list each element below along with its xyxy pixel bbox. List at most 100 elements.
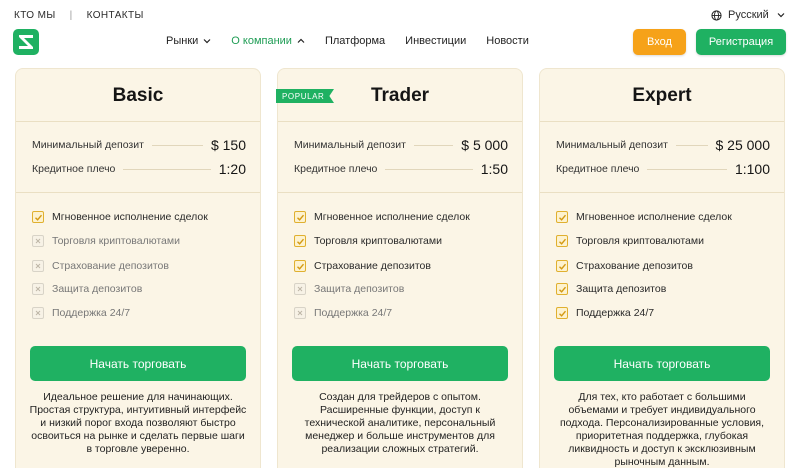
- start-trading-button[interactable]: Начать торговать: [292, 346, 508, 381]
- plan-card-expert: Expert Минимальный депозит $ 25 000 Кред…: [539, 68, 785, 468]
- check-icon: [32, 211, 44, 223]
- feature-item: Торговля криптовалютами: [294, 233, 442, 249]
- leverage-value: 1:50: [480, 161, 508, 177]
- min-deposit-row: Минимальный депозит $ 25 000: [556, 135, 770, 155]
- plan-card-trader: POPULAR Trader Минимальный депозит $ 5 00…: [276, 68, 523, 468]
- divider: [16, 121, 260, 122]
- dotted-leader: [151, 144, 203, 146]
- feature-item: Поддержка 24/7: [294, 305, 392, 321]
- nav-item-platform[interactable]: Платформа: [325, 35, 385, 47]
- nav-item-label: Платформа: [324, 35, 386, 47]
- feature-item: Поддержка 24/7: [556, 305, 654, 321]
- min-deposit-row: Минимальный депозит $ 5 000: [294, 135, 508, 155]
- divider: [540, 121, 784, 122]
- nav-item-investments[interactable]: Инвестиции: [405, 35, 466, 47]
- feature-label: Поддержка 24/7: [314, 307, 393, 319]
- check-icon: [556, 235, 568, 247]
- feature-label: Страхование депозитов: [52, 260, 169, 272]
- feature-label: Торговля криптовалютами: [314, 235, 442, 247]
- logo-mark-icon: [19, 35, 33, 49]
- chevron-down-icon: [777, 13, 785, 18]
- plan-description: Идеальное решение для начинающих. Проста…: [29, 391, 247, 455]
- plan-title: Expert: [632, 85, 692, 106]
- dotted-leader: [647, 168, 727, 170]
- leverage-label: Кредитное плечо: [556, 163, 640, 175]
- dotted-leader: [385, 168, 473, 170]
- register-button[interactable]: Регистрация: [696, 29, 786, 55]
- feature-item: Защита депозитов: [294, 281, 404, 297]
- leverage-value: 1:20: [218, 161, 246, 177]
- check-icon: [294, 211, 306, 223]
- top-bar: КТО МЫ | КОНТАКТЫ Русский: [0, 0, 800, 30]
- cross-icon: [32, 235, 44, 247]
- logo[interactable]: [13, 29, 39, 55]
- cross-icon: [32, 307, 44, 319]
- feature-label: Защита депозитов: [576, 283, 667, 295]
- feature-label: Поддержка 24/7: [576, 307, 655, 319]
- start-trading-button[interactable]: Начать торговать: [554, 346, 770, 381]
- check-icon: [294, 260, 306, 272]
- feature-item: Мгновенное исполнение сделок: [32, 209, 208, 225]
- divider: [540, 192, 784, 193]
- check-icon: [556, 283, 568, 295]
- feature-label: Поддержка 24/7: [52, 307, 131, 319]
- top-links-separator: |: [69, 10, 73, 21]
- start-trading-button[interactable]: Начать торговать: [30, 346, 246, 381]
- chevron-up-icon: [297, 38, 305, 43]
- min-deposit-value: $ 25 000: [715, 137, 771, 153]
- feature-label: Защита депозитов: [314, 283, 405, 295]
- min-deposit-label: Минимальный депозит: [32, 139, 144, 151]
- plan-title: Trader: [370, 85, 430, 106]
- language-label: Русский: [728, 9, 769, 21]
- cross-icon: [32, 260, 44, 272]
- nav-item-news[interactable]: Новости: [486, 35, 529, 47]
- dotted-leader: [123, 168, 211, 170]
- check-icon: [556, 307, 568, 319]
- feature-item: Мгновенное исполнение сделок: [294, 209, 470, 225]
- chevron-down-icon: [203, 39, 211, 44]
- nav-item-markets[interactable]: Рынки: [166, 35, 211, 47]
- feature-label: Торговля криптовалютами: [576, 235, 704, 247]
- leverage-label: Кредитное плечо: [294, 163, 378, 175]
- min-deposit-row: Минимальный депозит $ 150: [32, 135, 246, 155]
- feature-label: Страхование депозитов: [314, 260, 431, 272]
- cross-icon: [32, 283, 44, 295]
- check-icon: [556, 211, 568, 223]
- dotted-leader: [675, 144, 708, 146]
- leverage-label: Кредитное плечо: [32, 163, 116, 175]
- dotted-leader: [413, 144, 454, 146]
- plan-description: Для тех, кто работает с большими объемам…: [559, 391, 765, 468]
- contacts-link[interactable]: КОНТАКТЫ: [87, 10, 144, 21]
- min-deposit-value: $ 150: [210, 137, 246, 153]
- divider: [278, 121, 522, 122]
- feature-item: Страхование депозитов: [294, 258, 431, 274]
- feature-item: Поддержка 24/7: [32, 305, 130, 321]
- nav-item-label: О компании: [231, 35, 292, 47]
- leverage-row: Кредитное плечо 1:20: [32, 159, 246, 179]
- leverage-value: 1:100: [734, 161, 770, 177]
- feature-item: Мгновенное исполнение сделок: [556, 209, 732, 225]
- min-deposit-label: Минимальный депозит: [294, 139, 406, 151]
- nav-item-company[interactable]: О компании: [231, 35, 305, 47]
- top-links: КТО МЫ | КОНТАКТЫ: [14, 10, 144, 21]
- login-button[interactable]: Вход: [633, 29, 686, 55]
- feature-item: Торговля криптовалютами: [556, 233, 704, 249]
- feature-label: Мгновенное исполнение сделок: [52, 211, 208, 223]
- feature-item: Страхование депозитов: [556, 258, 693, 274]
- cross-icon: [294, 283, 306, 295]
- nav-item-label: Новости: [486, 35, 529, 47]
- min-deposit-label: Минимальный депозит: [556, 139, 668, 151]
- feature-label: Защита депозитов: [52, 283, 143, 295]
- leverage-row: Кредитное плечо 1:100: [556, 159, 770, 179]
- globe-icon: [711, 9, 722, 21]
- about-link[interactable]: КТО МЫ: [14, 10, 56, 21]
- feature-item: Защита депозитов: [32, 281, 142, 297]
- language-selector[interactable]: Русский: [711, 9, 785, 21]
- feature-label: Мгновенное исполнение сделок: [314, 211, 470, 223]
- feature-label: Страхование депозитов: [576, 260, 693, 272]
- divider: [16, 192, 260, 193]
- nav-item-label: Рынки: [166, 35, 199, 47]
- plan-title: Basic: [112, 85, 164, 106]
- main-nav: Рынки О компании Платформа Инвестиции Но…: [166, 35, 549, 47]
- plan-card-basic: Basic Минимальный депозит $ 150 Кредитно…: [15, 68, 261, 468]
